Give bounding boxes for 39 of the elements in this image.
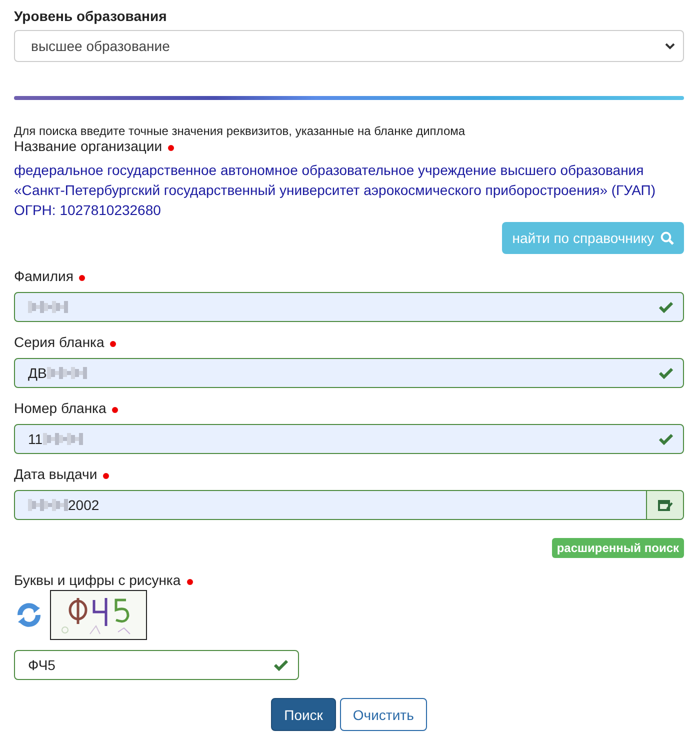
date-field[interactable]: 2002 bbox=[14, 490, 684, 520]
check-icon bbox=[659, 301, 673, 313]
education-select[interactable]: высшее образование bbox=[14, 30, 684, 62]
input-field[interactable] bbox=[14, 292, 684, 322]
calendar-button[interactable] bbox=[646, 491, 683, 519]
section-title: Уровень образования bbox=[14, 8, 168, 24]
field-label: Дата выдачи bbox=[14, 466, 98, 482]
field-value: 11 bbox=[28, 431, 43, 447]
search-icon bbox=[660, 231, 674, 245]
organization-name: федеральное государственное автономное образовательное учреждение высшего образования «Санкт-Петербургский государственный университет аэрокосмического приборостроения» (ГУАП) ОГРН: 1027810232680 bbox=[14, 161, 656, 220]
redaction-mark bbox=[28, 499, 68, 511]
check-icon bbox=[274, 659, 288, 671]
captcha-field[interactable]: ФЧ5 bbox=[14, 650, 299, 680]
field-label: Фамилия bbox=[14, 268, 74, 284]
field-label: Серия бланка bbox=[14, 334, 104, 350]
check-icon bbox=[659, 367, 673, 379]
required-icon bbox=[168, 145, 174, 151]
field-label: Буквы и цифры с рисунка bbox=[14, 572, 181, 588]
hint-text: Для поиска введите точные значения реквизитов, указанные на бланке диплома bbox=[14, 124, 466, 138]
required-icon bbox=[79, 275, 86, 281]
chevron-down-icon bbox=[665, 42, 675, 50]
required-icon bbox=[186, 579, 193, 585]
calendar-icon bbox=[657, 498, 673, 512]
required-icon bbox=[110, 341, 116, 347]
required-icon bbox=[103, 473, 110, 479]
search-button[interactable]: Поиск bbox=[271, 698, 336, 731]
check-icon bbox=[659, 433, 673, 445]
redaction-mark bbox=[42, 433, 83, 445]
field-value: ФЧ5 bbox=[28, 657, 56, 673]
required-icon bbox=[112, 407, 118, 413]
field-value: ДВ bbox=[28, 365, 47, 381]
input-field[interactable]: ДВ bbox=[14, 358, 684, 388]
clear-button[interactable]: Очистить bbox=[340, 698, 427, 731]
field-label: Название организации bbox=[14, 138, 162, 154]
redaction-mark bbox=[28, 301, 68, 313]
field-value: 2002 bbox=[68, 497, 100, 513]
redaction-mark bbox=[46, 367, 87, 379]
input-field[interactable]: 11 bbox=[14, 424, 684, 454]
field-label: Номер бланка bbox=[14, 400, 106, 416]
